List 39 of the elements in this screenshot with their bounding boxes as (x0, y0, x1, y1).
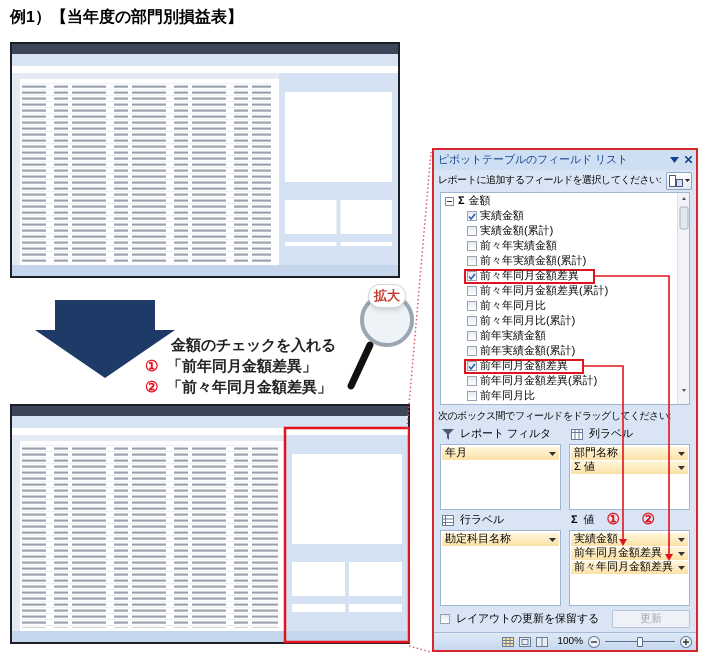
step-number: ① (145, 357, 159, 378)
area-label: 行ラベル (460, 513, 504, 528)
field-name[interactable]: 前々年実績金額(累計) (480, 256, 586, 267)
zoom-percentage[interactable]: 100% (557, 634, 583, 650)
panel-title: ピボットテーブルのフィールド リスト (438, 152, 628, 168)
area-field-item[interactable]: 勘定科目名称 (442, 533, 559, 548)
step-number: ② (145, 378, 159, 398)
field-name[interactable]: 実績金額(累計) (480, 226, 554, 237)
field-name[interactable]: 前年同月金額差異 (480, 360, 568, 372)
area-field-item[interactable]: 実績金額 (571, 533, 688, 548)
field-name[interactable]: 実績金額 (480, 210, 524, 222)
field-name[interactable]: 前年同月金額差異(累計) (480, 376, 598, 387)
instruction-text: 金額のチェックを入れる (171, 336, 336, 356)
page-heading: 例1）【当年度の部門別損益表】 (10, 9, 243, 26)
field-group-label[interactable]: 金額 (468, 192, 491, 210)
field-name[interactable]: 前々年実績金額 (480, 240, 557, 252)
area-field-item[interactable]: Σ 値 (571, 461, 688, 476)
sigma-symbol: Σ (571, 513, 578, 528)
step-number: ② (642, 512, 655, 528)
step-number: ① (606, 512, 620, 528)
field-name[interactable]: 前々年同月金額差異 (480, 270, 579, 282)
field-name[interactable]: 前年同月比 (480, 390, 535, 402)
field-name[interactable]: 前々年同月比 (480, 300, 546, 312)
field-name[interactable]: 前々年同月金額差異(累計) (480, 286, 608, 297)
sigma-symbol: Σ (458, 194, 465, 209)
area-field-item[interactable]: 前々年同月金額差異 (571, 561, 688, 576)
area-field-item[interactable]: 部門名称 (571, 447, 688, 462)
instruction-text: 「前年同月金額差異」 (167, 357, 317, 378)
area-label: 値 (584, 513, 595, 528)
zoom-callout: 拡大 (368, 284, 406, 308)
area-field-item[interactable]: 前年同月金額差異 (571, 547, 688, 562)
area-label: レポート フィルタ (460, 427, 552, 442)
field-name[interactable]: 前年実績金額(累計) (480, 346, 576, 357)
checkbox-label[interactable]: レイアウトの更新を保留する (456, 611, 599, 628)
area-field-item[interactable]: 年月 (442, 447, 559, 462)
instruction-text: 「前々年同月金額差異」 (167, 378, 332, 398)
field-name[interactable]: 前年実績金額 (480, 330, 546, 342)
field-name[interactable]: 前々年同月比(累計) (480, 316, 576, 327)
field-list-prompt: レポートに追加するフィールドを選択してください: (438, 174, 662, 188)
